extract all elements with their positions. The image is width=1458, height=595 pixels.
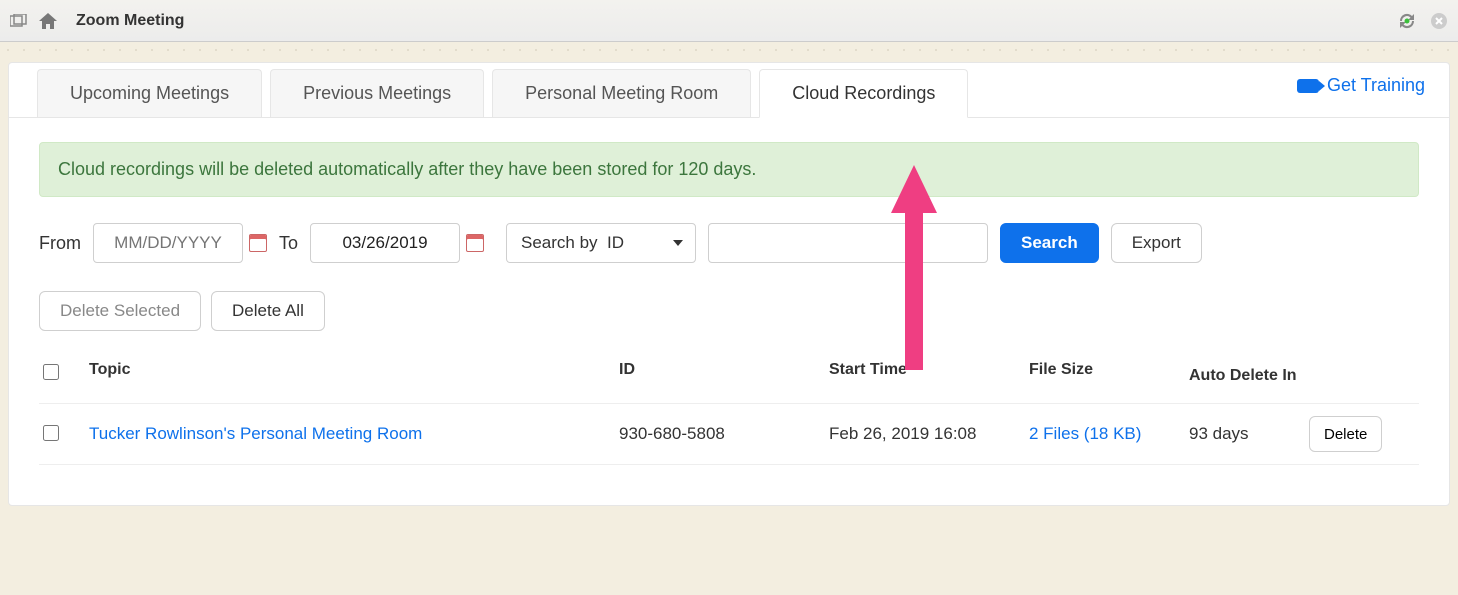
to-label: To xyxy=(279,233,298,254)
row-auto-delete: 93 days xyxy=(1189,424,1309,444)
search-by-select[interactable]: Search by ID xyxy=(506,223,696,263)
search-button[interactable]: Search xyxy=(1000,223,1099,263)
export-button[interactable]: Export xyxy=(1111,223,1202,263)
chevron-down-icon xyxy=(673,240,683,246)
recordings-table: Topic ID Start Time File Size Auto Delet… xyxy=(39,349,1419,465)
hdr-file-size: File Size xyxy=(1029,361,1189,379)
close-icon[interactable] xyxy=(1430,12,1448,30)
main-card: Upcoming Meetings Previous Meetings Pers… xyxy=(8,62,1450,506)
hdr-auto-delete: Auto Delete In xyxy=(1189,361,1309,391)
hdr-topic: Topic xyxy=(89,361,619,379)
window-title: Zoom Meeting xyxy=(76,12,184,30)
row-id: 930-680-5808 xyxy=(619,424,829,444)
get-training-label: Get Training xyxy=(1327,75,1425,96)
to-date-input[interactable] xyxy=(310,223,460,263)
hdr-id: ID xyxy=(619,361,829,379)
bulk-toolbar: Delete Selected Delete All xyxy=(39,291,1419,331)
video-icon xyxy=(1297,79,1319,93)
select-all-checkbox[interactable] xyxy=(43,364,59,380)
hdr-start-time: Start Time xyxy=(829,361,1029,379)
tab-upcoming[interactable]: Upcoming Meetings xyxy=(37,69,262,117)
row-start-time: Feb 26, 2019 16:08 xyxy=(829,424,1029,444)
refresh-icon[interactable] xyxy=(1396,12,1418,30)
get-training-link[interactable]: Get Training xyxy=(1297,75,1425,96)
home-icon[interactable] xyxy=(38,12,58,30)
delete-button[interactable]: Delete xyxy=(1309,416,1382,452)
from-label: From xyxy=(39,233,81,254)
topic-link[interactable]: Tucker Rowlinson's Personal Meeting Room xyxy=(89,424,619,444)
info-banner: Cloud recordings will be deleted automat… xyxy=(39,142,1419,197)
search-by-value: ID xyxy=(607,233,624,253)
delete-selected-button[interactable]: Delete Selected xyxy=(39,291,201,331)
search-by-label: Search by xyxy=(521,233,598,253)
window-tabs-icon[interactable] xyxy=(10,14,28,28)
tab-row: Upcoming Meetings Previous Meetings Pers… xyxy=(9,63,1449,118)
decorative-strip xyxy=(0,42,1458,52)
delete-all-button[interactable]: Delete All xyxy=(211,291,325,331)
search-input[interactable] xyxy=(708,223,988,263)
calendar-icon[interactable] xyxy=(249,234,267,252)
tab-personal[interactable]: Personal Meeting Room xyxy=(492,69,751,117)
from-date-input[interactable] xyxy=(93,223,243,263)
table-row: Tucker Rowlinson's Personal Meeting Room… xyxy=(39,404,1419,465)
file-size-link[interactable]: 2 Files (18 KB) xyxy=(1029,424,1189,444)
filter-toolbar: From To Search by ID Search xyxy=(39,223,1419,263)
window-chrome: Zoom Meeting xyxy=(0,0,1458,42)
tab-cloud-recordings[interactable]: Cloud Recordings xyxy=(759,69,968,118)
table-header: Topic ID Start Time File Size Auto Delet… xyxy=(39,349,1419,404)
tab-previous[interactable]: Previous Meetings xyxy=(270,69,484,117)
row-checkbox[interactable] xyxy=(43,425,59,441)
calendar-icon[interactable] xyxy=(466,234,484,252)
